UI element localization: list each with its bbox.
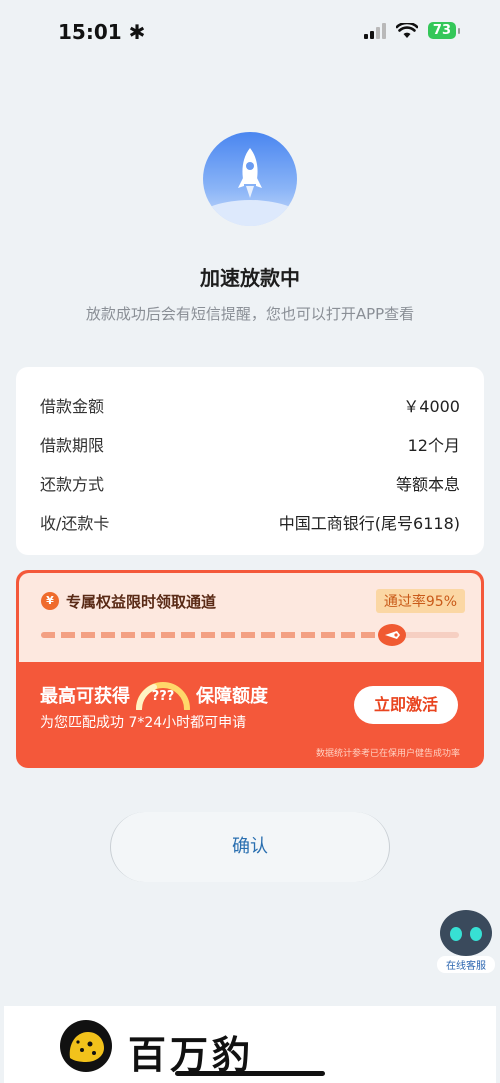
info-value: 中国工商银行(尾号6118) [278,513,460,533]
clock-text: 15:01 [58,20,122,44]
info-value: ￥4000 [403,396,460,416]
confirm-button[interactable]: 确认 [110,812,390,882]
promo-main-line: 最高可获得 ??? 保障额度 [40,680,268,712]
home-indicator [175,1071,325,1076]
rocket-knob-icon [378,624,406,646]
info-label: 借款金额 [40,396,105,416]
leopard-logo [60,1020,112,1072]
progress-bar [41,624,459,646]
status-time: 15:01 ✱ [58,20,145,44]
promo-main-prefix: 最高可获得 [40,686,130,707]
wifi-icon [395,22,418,38]
promo-title: 专属权益限时领取通道 [66,593,217,611]
customer-service-label: 在线客服 [437,956,495,973]
yen-icon: ¥ [41,592,59,610]
gauge-text: ??? [151,689,175,704]
asterisk-icon: ✱ [128,20,146,44]
gauge-icon: ??? [134,680,192,712]
customer-service-button[interactable]: 在线客服 [437,910,495,974]
info-label: 收/还款卡 [40,513,110,533]
promo-main-suffix: 保障额度 [196,686,268,707]
info-row-repayment: 还款方式 等额本息 [40,463,460,502]
info-row-term: 借款期限 12个月 [40,424,460,463]
battery-icon: 73 [427,22,461,39]
info-value: 12个月 [407,435,460,455]
promo-subtitle: 为您匹配成功 7*24小时都可申请 [40,715,247,731]
progress-fill [41,632,392,638]
page-subtitle: 放款成功后会有短信提醒，您也可以打开APP查看 [85,305,415,323]
activate-button[interactable]: 立即激活 [354,686,458,724]
battery-level: 73 [432,23,451,38]
status-bar: 15:01 ✱ 73 [0,0,500,64]
rocket-icon [203,132,297,226]
page-title: 加速放款中 [200,266,300,290]
info-row-card: 收/还款卡 中国工商银行(尾号6118) [40,502,460,541]
pass-rate-badge: 通过率95% [375,589,465,613]
info-label: 还款方式 [40,474,105,494]
signal-icon [363,22,386,39]
info-row-amount: 借款金额 ￥4000 [40,385,460,424]
promo-header: ¥ 专属权益限时领取通道 通过率95% [19,573,481,662]
info-value: 等额本息 [395,474,460,494]
promo-card[interactable]: ¥ 专属权益限时领取通道 通过率95% 最高可获得 ??? 保障额度 为您匹配成… [16,570,484,768]
robot-icon [440,910,492,956]
promo-disclaimer: 数据统计参考已在保用户健告成功率 [315,749,460,759]
info-label: 借款期限 [40,435,105,455]
status-icons: 73 [363,22,461,39]
loan-info-card: 借款金额 ￥4000 借款期限 12个月 还款方式 等额本息 收/还款卡 中国工… [16,367,484,555]
